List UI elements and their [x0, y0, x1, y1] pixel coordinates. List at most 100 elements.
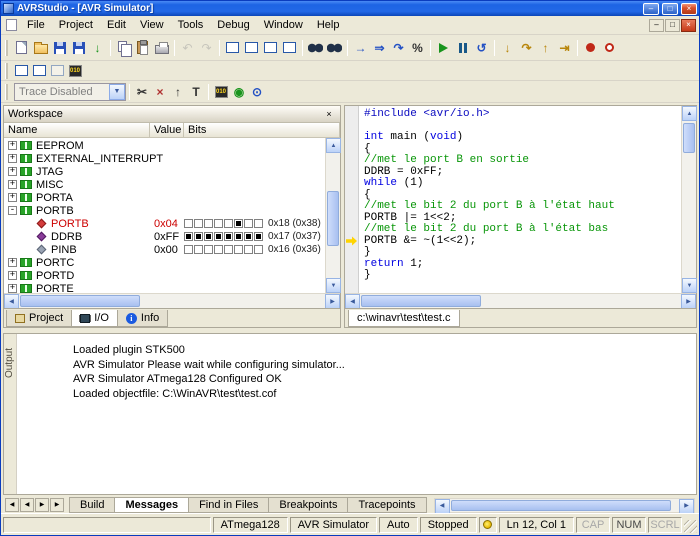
bit-checkbox[interactable] — [194, 232, 203, 241]
profile-button[interactable]: % — [408, 38, 427, 57]
step-over-button[interactable]: ↷ — [517, 38, 536, 57]
tile-vertical-button[interactable] — [261, 38, 280, 57]
bit-checkbox[interactable] — [224, 245, 233, 254]
expander-icon[interactable]: + — [8, 284, 17, 293]
resize-grip[interactable] — [684, 520, 697, 533]
maximize-button[interactable]: □ — [662, 3, 678, 15]
menu-item-window[interactable]: Window — [257, 17, 310, 33]
minimize-button[interactable]: – — [643, 3, 659, 15]
bit-checkbox[interactable] — [254, 219, 263, 228]
new-file-button[interactable] — [12, 38, 31, 57]
scrollbar-thumb[interactable] — [327, 191, 339, 246]
menu-item-edit[interactable]: Edit — [100, 17, 133, 33]
tree-register-portb[interactable]: PORTB0x040x18 (0x38) — [4, 217, 325, 230]
mdi-close-button[interactable]: × — [681, 19, 696, 32]
column-header-bits[interactable]: Bits — [184, 123, 340, 138]
code-line[interactable]: } — [345, 270, 681, 282]
tree-group-portc[interactable]: +PORTC — [4, 256, 325, 269]
output-tab-messages[interactable]: Messages — [114, 497, 189, 513]
bit-checkbox[interactable] — [194, 245, 203, 254]
expander-icon[interactable]: - — [8, 206, 17, 215]
trace-marker-button[interactable]: T — [187, 83, 205, 100]
bit-checkbox[interactable] — [224, 232, 233, 241]
output-tab-scroll-last-icon[interactable]: ▶ — [50, 498, 64, 512]
bit-checkbox[interactable] — [204, 232, 213, 241]
scroll-down-icon[interactable]: ▼ — [326, 278, 341, 293]
output-tab-find-in-files[interactable]: Find in Files — [188, 497, 269, 513]
break-button[interactable] — [453, 38, 472, 57]
tree-register-ddrb[interactable]: DDRB0xFF0x17 (0x37) — [4, 230, 325, 243]
bit-checkbox[interactable] — [194, 219, 203, 228]
find-button[interactable] — [306, 38, 325, 57]
scrollbar-thumb[interactable] — [361, 295, 481, 307]
close-button[interactable]: × — [681, 3, 697, 15]
auto-step-button[interactable]: ↷ — [389, 38, 408, 57]
workspace-horizontal-scrollbar[interactable]: ◀ ▶ — [4, 293, 340, 308]
scroll-up-icon[interactable]: ▲ — [326, 138, 341, 153]
open-file-button[interactable] — [31, 38, 50, 57]
io-window-button[interactable]: 010 — [66, 62, 84, 79]
disassembler-button[interactable]: 010 — [212, 83, 230, 100]
scroll-left-icon[interactable]: ◀ — [4, 294, 19, 309]
save-all-button[interactable] — [69, 38, 88, 57]
move-trace-up-button[interactable]: ↑ — [169, 83, 187, 100]
menu-item-help[interactable]: Help — [310, 17, 347, 33]
menu-item-file[interactable]: File — [20, 17, 52, 33]
workspace-tab-i-o[interactable]: I/O — [71, 310, 118, 327]
output-tab-scroll-first-icon[interactable]: ◀ — [5, 498, 19, 512]
toolbar-grip[interactable] — [5, 40, 8, 56]
find-in-files-button[interactable] — [325, 38, 344, 57]
bit-checkbox[interactable] — [184, 219, 193, 228]
run-to-cursor-button[interactable]: ⇒ — [370, 38, 389, 57]
expander-icon[interactable]: + — [8, 141, 17, 150]
bit-checkbox[interactable] — [234, 232, 243, 241]
tree-group-jtag[interactable]: +JTAG — [4, 165, 325, 178]
cut-trace-button[interactable]: ✂ — [133, 83, 151, 100]
tree-group-portb[interactable]: -PORTB — [4, 204, 325, 217]
output-horizontal-scrollbar[interactable]: ◀ ▶ — [434, 498, 695, 513]
scroll-right-icon[interactable]: ▶ — [681, 294, 696, 309]
scroll-down-icon[interactable]: ▼ — [682, 278, 697, 293]
bit-checkbox[interactable] — [244, 219, 253, 228]
editor-vertical-scrollbar[interactable]: ▲ ▼ — [681, 106, 696, 293]
menu-item-debug[interactable]: Debug — [210, 17, 256, 33]
output-tab-tracepoints[interactable]: Tracepoints — [347, 497, 426, 513]
scrollbar-thumb[interactable] — [20, 295, 140, 307]
scroll-left-icon[interactable]: ◀ — [435, 499, 450, 514]
bit-checkbox[interactable] — [204, 245, 213, 254]
scroll-left-icon[interactable]: ◀ — [345, 294, 360, 309]
code-line[interactable]: return 1; — [345, 259, 681, 271]
step-out-button[interactable]: ↑ — [536, 38, 555, 57]
tree-register-pinb[interactable]: PINB0x000x16 (0x36) — [4, 243, 325, 256]
menu-item-view[interactable]: View — [133, 17, 171, 33]
bit-checkbox[interactable] — [254, 245, 263, 254]
workspace-window-button[interactable] — [12, 62, 30, 79]
menu-item-tools[interactable]: Tools — [171, 17, 211, 33]
tree-group-portd[interactable]: +PORTD — [4, 269, 325, 282]
scrollbar-thumb[interactable] — [451, 500, 671, 511]
column-header-value[interactable]: Value — [150, 123, 184, 138]
bit-checkbox[interactable] — [204, 219, 213, 228]
expander-icon[interactable]: + — [8, 167, 17, 176]
workspace-tab-project[interactable]: Project — [6, 310, 72, 327]
bit-checkbox[interactable] — [184, 232, 193, 241]
tree-group-porte[interactable]: +PORTE — [4, 282, 325, 293]
redo-button[interactable]: ↷ — [197, 38, 216, 57]
toolbar-grip[interactable] — [5, 63, 8, 79]
tree-group-external-interrupt[interactable]: +EXTERNAL_INTERRUPT — [4, 152, 325, 165]
code-line[interactable]: #include <avr/io.h> — [345, 109, 681, 121]
run-to-end-button[interactable]: ⇥ — [555, 38, 574, 57]
bit-checkbox[interactable] — [244, 245, 253, 254]
scrollbar-thumb[interactable] — [683, 123, 695, 153]
editor-horizontal-scrollbar[interactable]: ◀ ▶ — [345, 293, 696, 308]
workspace-close-icon[interactable]: × — [322, 108, 336, 121]
undo-button[interactable]: ↶ — [178, 38, 197, 57]
bit-checkbox[interactable] — [214, 219, 223, 228]
bit-checkbox[interactable] — [244, 232, 253, 241]
output-messages[interactable]: Loaded plugin STK500AVR Simulator Please… — [17, 334, 696, 494]
code-line[interactable]: PORTB &= ~(1<<2); — [345, 236, 681, 248]
trace-dropdown-arrow-icon[interactable]: ▼ — [109, 84, 125, 100]
title-bar[interactable]: AVRStudio - [AVR Simulator] – □ × — [1, 1, 699, 16]
trace-mode-dropdown[interactable]: Trace Disabled ▼ — [14, 83, 126, 101]
scroll-right-icon[interactable]: ▶ — [325, 294, 340, 309]
